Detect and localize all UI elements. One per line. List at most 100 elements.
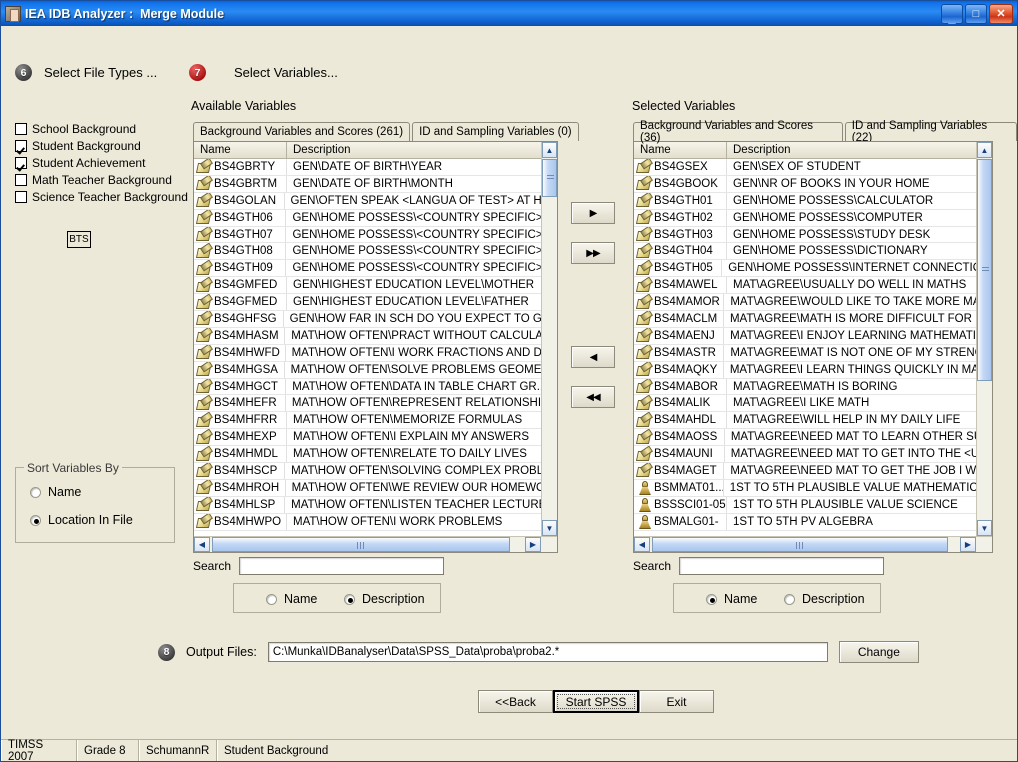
checkbox-student-achievement[interactable]: Student Achievement [15, 155, 188, 171]
radio-available-search-name[interactable]: Name [266, 592, 317, 606]
variable-row[interactable]: BS4GTH03 GEN\HOME POSSESS\STUDY DESK [634, 226, 976, 244]
scrollbar-track[interactable] [210, 537, 525, 552]
variable-row[interactable]: BS4GBRTM GEN\DATE OF BIRTH\MONTH [194, 175, 541, 193]
variable-pencil-icon [197, 498, 211, 511]
minimize-button[interactable]: _ [941, 3, 963, 24]
variable-row[interactable]: BS4GSEX GEN\SEX OF STUDENT [634, 159, 976, 176]
variable-name-text: BS4GBRTM [214, 177, 278, 190]
scrollbar-thumb[interactable] [542, 159, 557, 197]
variable-row[interactable]: BS4MAGET MAT\AGREE\NEED MAT TO GET THE JO… [634, 463, 976, 480]
variable-row[interactable]: BS4GTH05 GEN\HOME POSSESS\INTERNET CONNEC… [634, 260, 976, 278]
close-button[interactable]: ✕ [989, 3, 1013, 24]
variable-row[interactable]: BS4MHGCT MAT\HOW OFTEN\DATA IN TABLE CHAR… [194, 378, 541, 396]
variable-row[interactable]: BS4MHEXP MAT\HOW OFTEN\I EXPLAIN MY ANSWE… [194, 429, 541, 447]
tab-selected-id-sampling-variables[interactable]: ID and Sampling Variables (22) [844, 120, 1017, 144]
variable-row[interactable]: BS4GBOOK GEN\NR OF BOOKS IN YOUR HOME [634, 175, 976, 193]
variable-row[interactable]: BS4MALIK MAT\AGREE\I LIKE MATH [634, 395, 976, 413]
variable-row[interactable]: BS4GTH02 GEN\HOME POSSESS\COMPUTER [634, 209, 976, 227]
variable-row[interactable]: BS4MAWEL MAT\AGREE\USUALLY DO WELL IN MAT… [634, 277, 976, 295]
variable-row[interactable]: BSSSCI01-05 1ST TO 5TH PLAUSIBLE VALUE SC… [634, 496, 976, 514]
tab-available-background-variables[interactable]: Background Variables and Scores (261) [193, 122, 411, 141]
variable-row[interactable]: BS4MHASM MAT\HOW OFTEN\PRACT WITHOUT CALC… [194, 327, 541, 345]
variable-row[interactable]: BS4MABOR MAT\AGREE\MATH IS BORING [634, 378, 976, 396]
selected-list-body[interactable]: BS4GSEX GEN\SEX OF STUDENT BS4GBOOK GEN\NR … [634, 159, 976, 536]
variable-row[interactable]: BS4GTH08 GEN\HOME POSSESS\<COUNTRY SPECIF… [194, 243, 541, 261]
back-button[interactable]: <<Back [478, 690, 553, 713]
tab-selected-background-variables[interactable]: Background Variables and Scores (36) [633, 120, 843, 144]
scroll-down-icon[interactable]: ▼ [542, 520, 557, 536]
scroll-right-icon[interactable]: ▶ [960, 537, 976, 552]
variable-row[interactable]: BS4GHFSG GEN\HOW FAR IN SCH DO YOU EXPECT… [194, 311, 541, 328]
scrollbar-thumb[interactable] [212, 537, 510, 552]
variable-row[interactable]: BS4MAMOR MAT\AGREE\WOULD LIKE TO TAKE MOR… [634, 294, 976, 312]
radio-available-search-description[interactable]: Description [344, 592, 425, 606]
variable-row[interactable]: BS4MAHDL MAT\AGREE\WILL HELP IN MY DAILY … [634, 412, 976, 430]
selected-search-input[interactable] [679, 557, 885, 575]
variable-row[interactable]: BS4MHWFD MAT\HOW OFTEN\I WORK FRACTIONS A… [194, 344, 541, 362]
selected-list-horizontal-scrollbar[interactable]: ◀ ▶ [634, 536, 992, 552]
move-all-left-button[interactable]: ◀◀ [571, 386, 615, 408]
scroll-right-icon[interactable]: ▶ [525, 537, 541, 552]
checkbox-science-teacher-background[interactable]: Science Teacher Background [15, 189, 188, 205]
exit-button[interactable]: Exit [639, 690, 714, 713]
move-right-button[interactable]: ▶ [571, 202, 615, 224]
available-list-body[interactable]: BS4GBRTY GEN\DATE OF BIRTH\YEAR BS4GBRTM GE… [194, 159, 541, 536]
variable-row[interactable]: BS4GMFED GEN\HIGHEST EDUCATION LEVEL\MOTH… [194, 277, 541, 295]
variable-row[interactable]: BS4MHFRR MAT\HOW OFTEN\MEMORIZE FORMULAS [194, 412, 541, 430]
variable-row[interactable]: BS4MHEFR MAT\HOW OFTEN\REPRESENT RELATION… [194, 395, 541, 413]
checkbox-math-teacher-background[interactable]: Math Teacher Background [15, 172, 188, 188]
available-list-vertical-scrollbar[interactable]: ▲ ▼ [541, 142, 557, 536]
variable-row[interactable]: BS4GBRTY GEN\DATE OF BIRTH\YEAR [194, 159, 541, 176]
variable-row[interactable]: BS4GTH07 GEN\HOME POSSESS\<COUNTRY SPECIF… [194, 226, 541, 244]
variable-name-cell: BS4MHEFR [194, 395, 286, 412]
radio-sort-name[interactable]: Name [30, 485, 81, 499]
variable-row[interactable]: BS4GTH09 GEN\HOME POSSESS\<COUNTRY SPECIF… [194, 260, 541, 278]
radio-selected-search-name[interactable]: Name [706, 592, 757, 606]
variable-row[interactable]: BS4MHWPO MAT\HOW OFTEN\I WORK PROBLEMS [194, 513, 541, 531]
variable-row[interactable]: BSMALG01- 1ST TO 5TH PV ALGEBRA [634, 513, 976, 531]
variable-row[interactable]: BSMMAT01... 1ST TO 5TH PLAUSIBLE VALUE MA… [634, 479, 976, 497]
maximize-button[interactable]: □ [965, 3, 987, 24]
variable-row[interactable]: BS4MAENJ MAT\AGREE\I ENJOY LEARNING MATHE… [634, 327, 976, 345]
variable-row[interactable]: BS4GTH06 GEN\HOME POSSESS\<COUNTRY SPECIF… [194, 209, 541, 227]
selected-list-vertical-scrollbar[interactable]: ▲ ▼ [976, 142, 992, 536]
checkbox-student-background[interactable]: Student Background [15, 138, 188, 154]
available-variables-list[interactable]: Name Description BS4GBRTY GEN\DATE OF BIR… [193, 141, 558, 553]
variable-row[interactable]: BS4MAOSS MAT\AGREE\NEED MAT TO LEARN OTHE… [634, 429, 976, 447]
scrollbar-thumb[interactable] [977, 159, 992, 381]
variable-row[interactable]: BS4MAUNI MAT\AGREE\NEED MAT TO GET INTO T… [634, 446, 976, 464]
scroll-left-icon[interactable]: ◀ [634, 537, 650, 552]
variable-row[interactable]: BS4MACLM MAT\AGREE\MATH IS MORE DIFFICULT… [634, 311, 976, 328]
variable-row[interactable]: BS4MAQKY MAT\AGREE\I LEARN THINGS QUICKLY… [634, 361, 976, 379]
checkbox-school-background[interactable]: School Background [15, 121, 188, 137]
bts-button[interactable]: BTS [67, 231, 91, 248]
variable-row[interactable]: BS4GFMED GEN\HIGHEST EDUCATION LEVEL\FATH… [194, 294, 541, 312]
available-search-input[interactable] [239, 557, 445, 575]
radio-selected-search-description[interactable]: Description [784, 592, 865, 606]
variable-row[interactable]: BS4MHROH MAT\HOW OFTEN\WE REVIEW OUR HOME… [194, 479, 541, 497]
variable-row[interactable]: BS4MHGSA MAT\HOW OFTEN\SOLVE PROBLEMS GEO… [194, 361, 541, 379]
radio-sort-location-in-file[interactable]: Location In File [30, 513, 133, 527]
start-spss-button[interactable]: Start SPSS [553, 690, 639, 713]
variable-row[interactable]: BS4MHMDL MAT\HOW OFTEN\RELATE TO DAILY LI… [194, 446, 541, 464]
selected-variables-list[interactable]: Name Description BS4GSEX GEN\SEX OF STUDE… [633, 141, 993, 553]
variable-row[interactable]: BS4MHSCP MAT\HOW OFTEN\SOLVING COMPLEX PR… [194, 463, 541, 480]
move-left-button[interactable]: ◀ [571, 346, 615, 368]
change-button[interactable]: Change [838, 641, 919, 663]
variable-row[interactable]: BS4MASTR MAT\AGREE\MAT IS NOT ONE OF MY S… [634, 344, 976, 362]
output-path-input[interactable]: C:\Munka\IDBanalyser\Data\SPSS_Data\prob… [267, 642, 828, 662]
variable-row[interactable]: BS4MHLSP MAT\HOW OFTEN\LISTEN TEACHER LEC… [194, 496, 541, 514]
variable-row[interactable]: BS4GTH01 GEN\HOME POSSESS\CALCULATOR [634, 192, 976, 210]
scrollbar-track[interactable] [650, 537, 960, 552]
variable-row[interactable]: BS4GOLAN GEN\OFTEN SPEAK <LANGUA OF TEST>… [194, 192, 541, 210]
scrollbar-thumb[interactable] [652, 537, 948, 552]
scroll-up-icon[interactable]: ▲ [542, 142, 557, 158]
variable-name-cell: BS4GTH05 [634, 260, 723, 277]
scroll-up-icon[interactable]: ▲ [977, 142, 992, 158]
move-all-right-button[interactable]: ▶▶ [571, 242, 615, 264]
scroll-left-icon[interactable]: ◀ [194, 537, 210, 552]
variable-row[interactable]: BS4GTH04 GEN\HOME POSSESS\DICTIONARY [634, 243, 976, 261]
tab-available-id-sampling-variables[interactable]: ID and Sampling Variables (0) [412, 122, 579, 141]
available-list-horizontal-scrollbar[interactable]: ◀ ▶ [194, 536, 557, 552]
scroll-down-icon[interactable]: ▼ [977, 520, 992, 536]
